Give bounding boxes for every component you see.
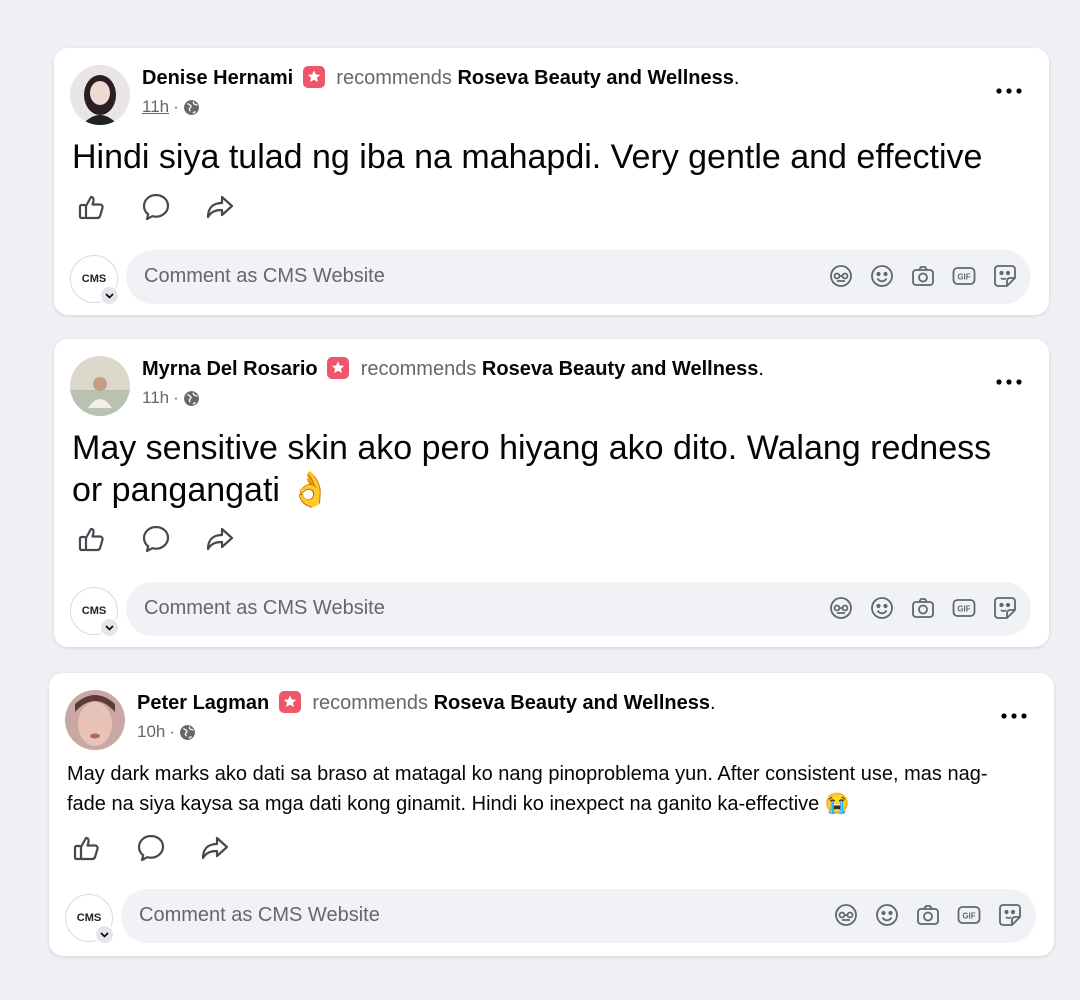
timestamp[interactable]: 10h: [137, 722, 165, 742]
emoji-icon[interactable]: [875, 903, 899, 927]
share-icon[interactable]: [202, 521, 238, 557]
comment-input[interactable]: Comment as CMS Website GIF: [126, 582, 1031, 636]
review-post: Peter Lagman recommends Roseva Beauty an…: [49, 673, 1054, 956]
page-suffix: .: [758, 358, 764, 380]
post-actions: [74, 521, 238, 557]
share-icon[interactable]: [197, 830, 233, 866]
star-badge-icon: [302, 66, 325, 88]
review-post: Myrna Del Rosario recommends Roseva Beau…: [54, 339, 1049, 647]
review-post: Denise Hernami recommends Roseva Beauty …: [54, 48, 1049, 315]
camera-icon[interactable]: [911, 596, 935, 620]
more-options-icon[interactable]: [989, 369, 1029, 395]
chevron-down-icon[interactable]: [99, 285, 120, 306]
comment-composer: CMS Comment as CMS Website GIF: [70, 582, 1031, 638]
emoji-icon[interactable]: [870, 264, 894, 288]
svg-text:GIF: GIF: [962, 912, 975, 921]
svg-text:GIF: GIF: [957, 273, 970, 282]
post-text: May dark marks ako dati sa braso at mata…: [67, 763, 988, 815]
commenter-avatar-text: CMS: [81, 273, 107, 285]
commenter-avatar[interactable]: CMS: [70, 255, 120, 306]
post-actions: [69, 830, 233, 866]
more-options-icon[interactable]: [989, 78, 1029, 104]
comment-composer: CMS Comment as CMS Website GIF: [65, 889, 1036, 945]
gif-icon[interactable]: GIF: [952, 596, 976, 620]
timestamp[interactable]: 11h: [142, 97, 169, 117]
globe-icon: [183, 390, 200, 407]
comment-placeholder: Comment as CMS Website: [144, 597, 385, 619]
avatar-sticker-icon[interactable]: [834, 903, 858, 927]
comment-input[interactable]: Comment as CMS Website GIF: [121, 889, 1036, 943]
comment-tools: GIF: [834, 903, 1022, 927]
page-name-link[interactable]: Roseva Beauty and Wellness: [482, 358, 758, 380]
page-suffix: .: [733, 67, 740, 89]
sticker-icon[interactable]: [993, 596, 1017, 620]
page-name-link[interactable]: Roseva Beauty and Wellness: [434, 692, 710, 714]
comment-input[interactable]: Comment as CMS Website GIF: [126, 250, 1031, 304]
commenter-avatar-text: CMS: [76, 912, 102, 924]
commenter-avatar[interactable]: CMS: [65, 894, 115, 945]
post-text: Hindi siya tulad ng iba na mahapdi. Very…: [72, 138, 983, 176]
separator: ·: [173, 97, 179, 116]
recommends-text: recommends: [336, 67, 452, 89]
avatar-sticker-icon[interactable]: [829, 264, 853, 288]
comment-icon[interactable]: [133, 830, 169, 866]
separator: ·: [169, 722, 176, 741]
sticker-icon[interactable]: [998, 903, 1022, 927]
post-header: Denise Hernami recommends Roseva Beauty …: [142, 66, 739, 90]
more-options-icon[interactable]: [994, 703, 1034, 729]
gif-icon[interactable]: GIF: [957, 903, 981, 927]
recommends-text: recommends: [360, 358, 477, 380]
author-avatar[interactable]: [65, 690, 125, 750]
like-icon[interactable]: [69, 830, 105, 866]
comment-icon[interactable]: [138, 189, 174, 225]
like-icon[interactable]: [74, 521, 110, 557]
separator: ·: [173, 388, 179, 407]
page-name-link[interactable]: Roseva Beauty and Wellness: [457, 67, 733, 89]
post-header: Peter Lagman recommends Roseva Beauty an…: [137, 691, 716, 715]
share-icon[interactable]: [202, 189, 238, 225]
post-header: Myrna Del Rosario recommends Roseva Beau…: [142, 357, 764, 381]
svg-text:GIF: GIF: [957, 605, 970, 614]
post-meta: 11h ·: [142, 97, 200, 117]
camera-icon[interactable]: [911, 264, 935, 288]
globe-icon: [179, 724, 196, 741]
post-meta: 11h ·: [142, 388, 200, 408]
post-text: May sensitive skin ako pero hiyang ako d…: [72, 429, 992, 509]
gif-icon[interactable]: GIF: [952, 264, 976, 288]
author-name[interactable]: Myrna Del Rosario: [142, 358, 318, 380]
comment-tools: GIF: [829, 264, 1017, 288]
comment-tools: GIF: [829, 596, 1017, 620]
comment-icon[interactable]: [138, 521, 174, 557]
post-meta: 10h ·: [137, 722, 196, 742]
author-avatar[interactable]: [70, 356, 130, 416]
like-icon[interactable]: [74, 189, 110, 225]
globe-icon: [183, 99, 200, 116]
star-badge-icon: [327, 357, 350, 379]
author-name[interactable]: Peter Lagman: [137, 692, 269, 714]
recommends-text: recommends: [312, 692, 428, 714]
comment-placeholder: Comment as CMS Website: [139, 904, 380, 926]
camera-icon[interactable]: [916, 903, 940, 927]
author-avatar[interactable]: [70, 65, 130, 125]
emoji-icon[interactable]: [870, 596, 894, 620]
avatar-sticker-icon[interactable]: [829, 596, 853, 620]
comment-placeholder: Comment as CMS Website: [144, 265, 385, 287]
timestamp[interactable]: 11h: [142, 388, 169, 408]
commenter-avatar-text: CMS: [81, 605, 107, 617]
star-badge-icon: [278, 691, 301, 713]
commenter-avatar[interactable]: CMS: [70, 587, 120, 638]
comment-composer: CMS Comment as CMS Website GIF: [70, 250, 1031, 306]
chevron-down-icon[interactable]: [94, 924, 115, 945]
author-name[interactable]: Denise Hernami: [142, 67, 293, 89]
sticker-icon[interactable]: [993, 264, 1017, 288]
chevron-down-icon[interactable]: [99, 617, 120, 638]
page-suffix: .: [709, 692, 716, 714]
post-actions: [74, 189, 238, 225]
